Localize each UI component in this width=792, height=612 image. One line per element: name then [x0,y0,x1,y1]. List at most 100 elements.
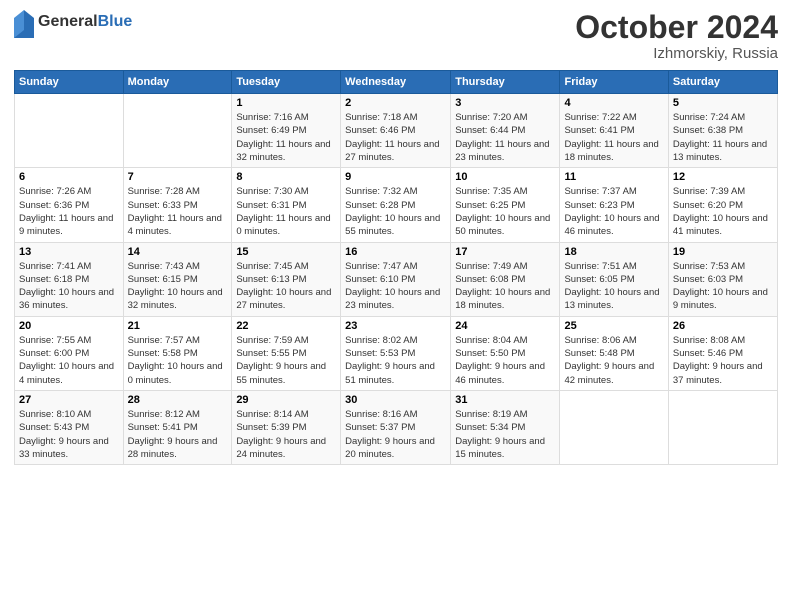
calendar-cell: 24 Sunrise: 8:04 AM Sunset: 5:50 PM Dayli… [451,316,560,390]
calendar-cell: 18 Sunrise: 7:51 AM Sunset: 6:05 PM Dayli… [560,242,668,316]
day-number: 6 [19,171,119,183]
day-info: Sunrise: 7:43 AM Sunset: 6:15 PM Dayligh… [128,260,228,313]
day-info: Sunrise: 7:16 AM Sunset: 6:49 PM Dayligh… [236,111,336,164]
calendar-cell: 13 Sunrise: 7:41 AM Sunset: 6:18 PM Dayli… [15,242,124,316]
day-number: 24 [455,320,555,332]
day-number: 10 [455,171,555,183]
day-info: Sunrise: 7:37 AM Sunset: 6:23 PM Dayligh… [564,185,663,238]
day-info: Sunrise: 7:57 AM Sunset: 5:58 PM Dayligh… [128,334,228,387]
calendar-cell [668,390,777,464]
day-of-week-header: Saturday [668,71,777,94]
day-of-week-header: Friday [560,71,668,94]
page: General Blue October 2024 Izhmorskiy, Ru… [0,0,792,612]
day-number: 15 [236,246,336,258]
day-info: Sunrise: 7:49 AM Sunset: 6:08 PM Dayligh… [455,260,555,313]
day-number: 13 [19,246,119,258]
day-info: Sunrise: 7:59 AM Sunset: 5:55 PM Dayligh… [236,334,336,387]
calendar-cell: 21 Sunrise: 7:57 AM Sunset: 5:58 PM Dayli… [123,316,232,390]
day-info: Sunrise: 8:16 AM Sunset: 5:37 PM Dayligh… [345,408,446,461]
day-info: Sunrise: 8:04 AM Sunset: 5:50 PM Dayligh… [455,334,555,387]
day-number: 21 [128,320,228,332]
calendar-week-row: 1 Sunrise: 7:16 AM Sunset: 6:49 PM Daylig… [15,94,778,168]
day-number: 7 [128,171,228,183]
day-info: Sunrise: 8:06 AM Sunset: 5:48 PM Dayligh… [564,334,663,387]
logo-general: General [38,14,98,30]
day-of-week-header: Wednesday [341,71,451,94]
calendar-cell: 27Sunrise: 8:10 AM Sunset: 5:43 PM Dayli… [15,390,124,464]
logo: General Blue [14,10,132,34]
calendar-cell [123,94,232,168]
calendar-cell: 29 Sunrise: 8:14 AM Sunset: 5:39 PM Dayli… [232,390,341,464]
day-number: 4 [564,97,663,109]
day-number: 20 [19,320,119,332]
header: General Blue October 2024 Izhmorskiy, Ru… [14,10,778,62]
day-number: 14 [128,246,228,258]
day-of-week-header: Monday [123,71,232,94]
calendar-cell: 16 Sunrise: 7:47 AM Sunset: 6:10 PM Dayli… [341,242,451,316]
day-of-week-header: Sunday [15,71,124,94]
day-info: Sunrise: 8:10 AM Sunset: 5:43 PM Dayligh… [19,408,119,461]
day-info: Sunrise: 7:39 AM Sunset: 6:20 PM Dayligh… [673,185,773,238]
day-number: 12 [673,171,773,183]
calendar-cell [15,94,124,168]
calendar-cell: 5 Sunrise: 7:24 AM Sunset: 6:38 PM Daylig… [668,94,777,168]
calendar-cell: 9 Sunrise: 7:32 AM Sunset: 6:28 PM Daylig… [341,168,451,242]
day-info: Sunrise: 7:41 AM Sunset: 6:18 PM Dayligh… [19,260,119,313]
day-info: Sunrise: 7:18 AM Sunset: 6:46 PM Dayligh… [345,111,446,164]
calendar-cell: 22Sunrise: 7:59 AM Sunset: 5:55 PM Dayli… [232,316,341,390]
day-info: Sunrise: 8:02 AM Sunset: 5:53 PM Dayligh… [345,334,446,387]
day-info: Sunrise: 7:32 AM Sunset: 6:28 PM Dayligh… [345,185,446,238]
day-of-week-header: Thursday [451,71,560,94]
calendar-cell: 12 Sunrise: 7:39 AM Sunset: 6:20 PM Dayli… [668,168,777,242]
logo-text: General Blue [38,14,132,30]
calendar-cell: 26 Sunrise: 8:08 AM Sunset: 5:46 PM Dayli… [668,316,777,390]
day-number: 2 [345,97,446,109]
day-number: 16 [345,246,446,258]
day-info: Sunrise: 7:35 AM Sunset: 6:25 PM Dayligh… [455,185,555,238]
day-of-week-header: Tuesday [232,71,341,94]
calendar-cell: 25 Sunrise: 8:06 AM Sunset: 5:48 PM Dayli… [560,316,668,390]
day-number: 25 [564,320,663,332]
calendar-week-row: 20 Sunrise: 7:55 AM Sunset: 6:00 PM Dayli… [15,316,778,390]
day-number: 18 [564,246,663,258]
logo-blue: Blue [98,14,133,30]
day-info: Sunrise: 7:20 AM Sunset: 6:44 PM Dayligh… [455,111,555,164]
day-number: 11 [564,171,663,183]
day-info: Sunrise: 7:24 AM Sunset: 6:38 PM Dayligh… [673,111,773,164]
day-info: Sunrise: 8:14 AM Sunset: 5:39 PM Dayligh… [236,408,336,461]
calendar-week-row: 6 Sunrise: 7:26 AM Sunset: 6:36 PM Daylig… [15,168,778,242]
day-number: 5 [673,97,773,109]
day-info: Sunrise: 7:47 AM Sunset: 6:10 PM Dayligh… [345,260,446,313]
calendar-cell: 6 Sunrise: 7:26 AM Sunset: 6:36 PM Daylig… [15,168,124,242]
calendar-cell: 23 Sunrise: 8:02 AM Sunset: 5:53 PM Dayli… [341,316,451,390]
day-number: 29 [236,394,336,406]
calendar-cell: 17 Sunrise: 7:49 AM Sunset: 6:08 PM Dayli… [451,242,560,316]
calendar-cell [560,390,668,464]
day-info: Sunrise: 8:08 AM Sunset: 5:46 PM Dayligh… [673,334,773,387]
calendar-cell: 30Sunrise: 8:16 AM Sunset: 5:37 PM Dayli… [341,390,451,464]
calendar-cell: 10 Sunrise: 7:35 AM Sunset: 6:25 PM Dayli… [451,168,560,242]
main-title: October 2024 [575,10,778,45]
day-number: 28 [128,394,228,406]
day-number: 23 [345,320,446,332]
day-info: Sunrise: 7:53 AM Sunset: 6:03 PM Dayligh… [673,260,773,313]
calendar-cell: 1 Sunrise: 7:16 AM Sunset: 6:49 PM Daylig… [232,94,341,168]
day-number: 3 [455,97,555,109]
day-info: Sunrise: 7:51 AM Sunset: 6:05 PM Dayligh… [564,260,663,313]
day-number: 8 [236,171,336,183]
day-info: Sunrise: 7:26 AM Sunset: 6:36 PM Dayligh… [19,185,119,238]
calendar-cell: 7Sunrise: 7:28 AM Sunset: 6:33 PM Daylig… [123,168,232,242]
calendar-header-row: SundayMondayTuesdayWednesdayThursdayFrid… [15,71,778,94]
title-block: October 2024 Izhmorskiy, Russia [575,10,778,62]
day-number: 1 [236,97,336,109]
calendar-cell: 20 Sunrise: 7:55 AM Sunset: 6:00 PM Dayli… [15,316,124,390]
day-info: Sunrise: 7:22 AM Sunset: 6:41 PM Dayligh… [564,111,663,164]
day-info: Sunrise: 7:55 AM Sunset: 6:00 PM Dayligh… [19,334,119,387]
day-number: 19 [673,246,773,258]
day-number: 26 [673,320,773,332]
calendar-cell: 3 Sunrise: 7:20 AM Sunset: 6:44 PM Daylig… [451,94,560,168]
day-number: 17 [455,246,555,258]
day-info: Sunrise: 8:12 AM Sunset: 5:41 PM Dayligh… [128,408,228,461]
day-number: 9 [345,171,446,183]
calendar-cell: 28 Sunrise: 8:12 AM Sunset: 5:41 PM Dayli… [123,390,232,464]
